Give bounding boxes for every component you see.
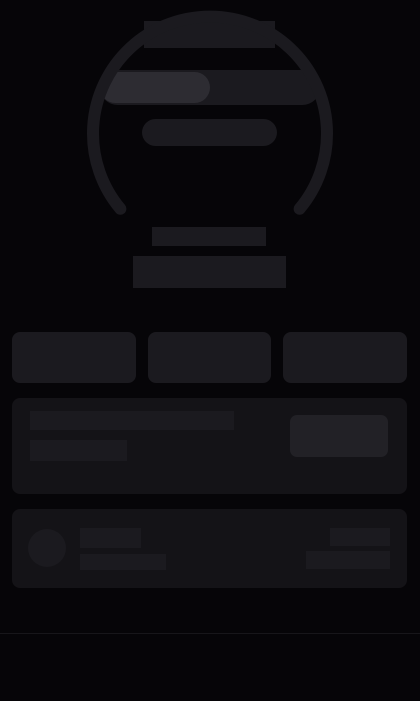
item-subtitle-placeholder: [80, 554, 166, 570]
action-title-placeholder: [30, 411, 234, 430]
stat-card-3[interactable]: [283, 332, 407, 383]
action-card: [12, 398, 407, 494]
avatar-placeholder: [28, 529, 66, 567]
gauge-label-placeholder: [152, 227, 266, 246]
bottom-divider: [0, 633, 420, 634]
item-title-placeholder: [80, 528, 141, 548]
gauge-value-placeholder: [133, 256, 286, 288]
item-meta-placeholder: [306, 551, 390, 569]
gauge-track: [87, 10, 333, 215]
action-button-placeholder[interactable]: [290, 415, 388, 457]
item-value-placeholder: [330, 528, 390, 546]
action-subtitle-placeholder: [30, 440, 127, 461]
list-item-card[interactable]: [12, 509, 407, 588]
stat-card-2[interactable]: [148, 332, 271, 383]
stat-card-1[interactable]: [12, 332, 136, 383]
